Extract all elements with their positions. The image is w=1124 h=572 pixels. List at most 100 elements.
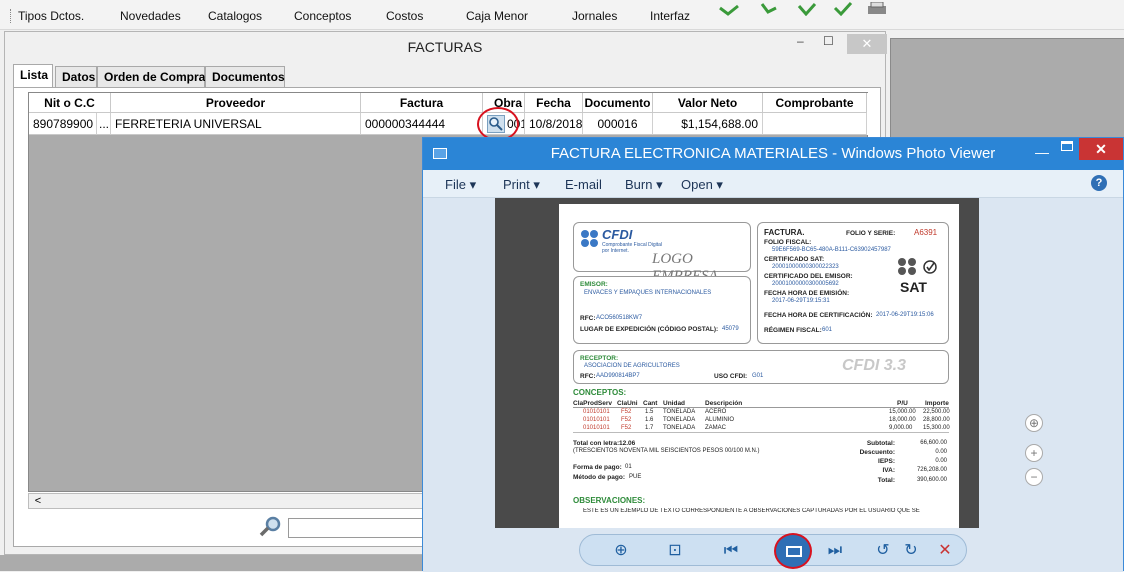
menu-print[interactable]: Print ▾ (503, 177, 540, 193)
col-header-proveedor[interactable]: Proveedor (111, 93, 361, 113)
cell-comprobante[interactable] (763, 113, 867, 135)
tab-datos[interactable]: Datos (55, 66, 97, 88)
cell-nit-ellipsis-button[interactable]: ... (97, 113, 111, 135)
col-header-documento[interactable]: Documento (583, 93, 653, 113)
col-header-comprobante[interactable]: Comprobante (763, 93, 867, 113)
menu-novedades[interactable]: Novedades (120, 9, 181, 23)
concept-price: 9,000.00 (889, 425, 913, 431)
cell-documento[interactable]: 000016 (583, 113, 653, 135)
undo-arrow-icon[interactable] (758, 2, 780, 16)
iva-value: 726,208.00 (916, 467, 947, 473)
concept-price: 18,000.00 (889, 417, 916, 423)
close-button[interactable]: ✕ (847, 34, 887, 54)
concept-unit-code: F52 (621, 425, 632, 431)
col-header-valor-neto[interactable]: Valor Neto (653, 93, 763, 113)
menu-burn[interactable]: Burn ▾ (625, 177, 663, 193)
col-pu: P/U (897, 400, 908, 407)
emisor-name: ENVACES Y EMPAQUES INTERNACIONALES (584, 290, 712, 296)
checkmark-icon[interactable] (832, 2, 854, 16)
cell-fecha[interactable]: 10/8/2018 (525, 113, 583, 135)
menu-conceptos[interactable]: Conceptos (294, 9, 351, 23)
cell-factura[interactable]: 000000344444 (361, 113, 483, 135)
rfc-emisor-value: ACO560518KW7 (596, 315, 643, 321)
forward-arrow-icon[interactable] (796, 2, 818, 16)
forma-pago-value: 01 (625, 464, 632, 470)
cell-nit[interactable]: 890789900 (29, 113, 97, 135)
scroll-left-arrow-icon[interactable]: < (31, 494, 45, 508)
cell-proveedor[interactable]: FERRETERIA UNIVERSAL (111, 113, 361, 135)
next-icon[interactable]: ⏭ (822, 541, 848, 561)
previous-icon[interactable]: ⏮ (718, 541, 744, 561)
actual-size-icon[interactable]: ⊡ (662, 541, 688, 561)
total-letra-value: 12.06 (619, 440, 636, 447)
concept-code: 01010101 (583, 425, 610, 431)
observaciones-text: ESTE ES UN EJEMPLO DE TEXTO CORRESPONDIE… (583, 508, 920, 514)
minimize-button[interactable]: – (797, 34, 804, 48)
facturas-window-title: FACTURAS (407, 39, 483, 55)
maximize-button[interactable]: ☐ (823, 34, 834, 48)
help-icon[interactable]: ? (1091, 175, 1107, 191)
menu-open[interactable]: Open ▾ (681, 177, 723, 193)
tab-documentos[interactable]: Documentos (205, 66, 285, 88)
search-icon[interactable] (258, 515, 284, 537)
cell-valor-neto[interactable]: $1,154,688.00 (653, 113, 763, 135)
slideshow-button[interactable] (774, 533, 812, 569)
col-cant: Cant (643, 400, 658, 407)
forma-pago-label: Forma de pago: (573, 464, 622, 471)
photo-viewer-menubar: File ▾ Print ▾ E-mail Burn ▾ Open ▾ ? (423, 170, 1123, 198)
rotate-icon[interactable]: ⊕ (1025, 414, 1043, 432)
toolbar-pill: ⊕ ⊡ ⏮ ⏭ ↺ ↻ ✕ (579, 533, 967, 569)
close-button[interactable]: ✕ (1079, 138, 1123, 160)
metodo-pago-label: Método de pago: (573, 474, 625, 481)
total-letra-text: (TRESCIENTOS NOVENTA MIL SEISCIENTOS PES… (573, 448, 760, 454)
concept-qty: 1.6 (645, 417, 654, 423)
menu-interfaz[interactable]: Interfaz (650, 9, 690, 23)
concept-qty: 1.7 (645, 425, 654, 431)
concept-amount: 28,800.00 (923, 417, 950, 423)
ieps-value: 0.00 (935, 458, 947, 464)
receptor-name: ASOCIACION DE AGRICULTORES (584, 363, 680, 369)
col-header-nit[interactable]: Nit o C.C (29, 93, 111, 113)
rotate-counterclockwise-icon[interactable]: ↺ (870, 541, 896, 561)
fecha-emision-value: 2017-06-29T19:15:31 (772, 298, 830, 304)
zoom-icon[interactable]: ⊕ (608, 541, 634, 561)
zoom-in-icon[interactable]: + (1025, 444, 1043, 462)
menu-catalogos[interactable]: Catalogos (208, 9, 262, 23)
concept-row: 01010101 F52 1.6 TONELADA ALUMINIO 18,00… (573, 417, 950, 425)
minimize-button[interactable]: — (1035, 144, 1049, 160)
concept-code: 01010101 (583, 417, 610, 423)
emisor-label: EMISOR: (580, 281, 608, 288)
concept-amount: 22,500.00 (923, 409, 950, 415)
rfc-receptor-label: RFC: (580, 373, 596, 380)
factura-label: FACTURA. (764, 228, 805, 237)
concept-desc: ZAMAC (705, 425, 726, 431)
ieps-label: IEPS: (878, 458, 895, 465)
cfdi-logo-icon (581, 230, 598, 247)
fecha-certificacion-label: FECHA HORA DE CERTIFICACIÓN: (764, 312, 873, 319)
grid-horizontal-scrollbar[interactable]: < (28, 493, 448, 509)
uso-cfdi-label: USO CFDI: (714, 373, 748, 380)
col-header-factura[interactable]: Factura (361, 93, 483, 113)
rotate-clockwise-icon[interactable]: ↻ (898, 541, 924, 561)
printer-icon[interactable] (866, 2, 888, 16)
maximize-button[interactable] (1061, 141, 1073, 151)
menu-email[interactable]: E-mail (565, 177, 602, 192)
menu-tipos-dctos[interactable]: Tipos Dctos. (18, 9, 84, 23)
col-header-fecha[interactable]: Fecha (525, 93, 583, 113)
fecha-emision-label: FECHA HORA DE EMISIÓN: (764, 290, 850, 297)
concept-amount: 15,300.00 (923, 425, 950, 431)
concept-row: 01010101 F52 1.5 TONELADA ACERO 15,000.0… (573, 409, 950, 417)
main-menubar: Tipos Dctos. Novedades Catalogos Concept… (0, 0, 1124, 30)
total-label: Total: (877, 477, 895, 484)
menu-costos[interactable]: Costos (386, 9, 423, 23)
tab-orden-de-compra[interactable]: Orden de Compra (97, 66, 205, 88)
zoom-out-icon[interactable]: − (1025, 468, 1043, 486)
tab-lista[interactable]: Lista (13, 64, 53, 88)
table-row[interactable]: 890789900 ... FERRETERIA UNIVERSAL 00000… (29, 107, 869, 141)
menu-jornales[interactable]: Jornales (572, 9, 617, 23)
folio-fiscal-label: FOLIO FISCAL: (764, 239, 812, 246)
menu-caja-menor[interactable]: Caja Menor (466, 9, 528, 23)
menu-file[interactable]: File ▾ (445, 177, 476, 193)
back-arrow-icon[interactable] (718, 2, 740, 16)
delete-icon[interactable]: ✕ (932, 541, 958, 561)
